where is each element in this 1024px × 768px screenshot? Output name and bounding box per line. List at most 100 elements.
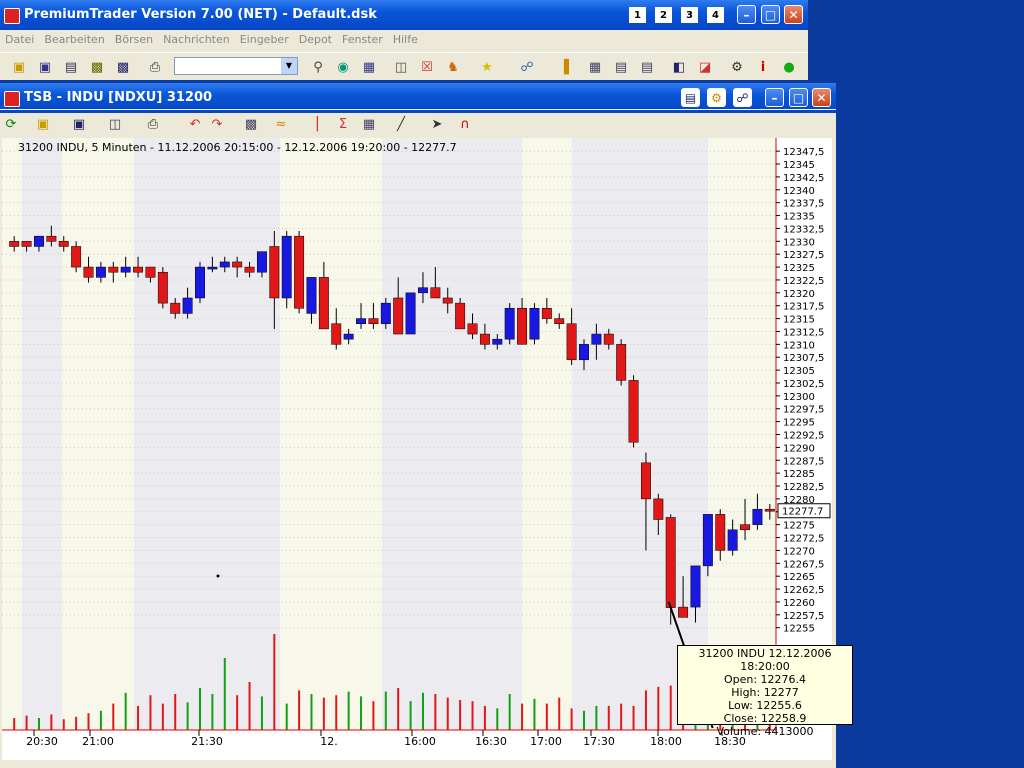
desk-button-4[interactable]: 4: [707, 7, 724, 23]
candle-body: [529, 308, 540, 340]
y-tick-label: 12292,5: [783, 431, 824, 442]
candle-body: [479, 333, 490, 345]
candle-body: [591, 333, 602, 345]
x-tick-label: 16:00: [404, 735, 436, 748]
menu-nachrichten[interactable]: Nachrichten: [158, 30, 235, 49]
chart-close-button[interactable]: ✕: [812, 88, 831, 107]
last-price-label: 12277.7: [782, 507, 823, 518]
main-window: PremiumTrader Version 7.00 (NET) - Defau…: [0, 0, 808, 80]
candle-body: [702, 514, 713, 567]
y-tick-label: 12310: [783, 340, 815, 351]
calculator-icon[interactable]: ▦: [360, 58, 378, 76]
chart-layout-button[interactable]: ▤: [681, 88, 700, 107]
close-button[interactable]: ✕: [784, 5, 803, 24]
globe-icon[interactable]: ◉: [334, 58, 352, 76]
candle-body: [653, 498, 664, 520]
save-icon[interactable]: ▣: [36, 58, 54, 76]
refresh-icon[interactable]: ⟳: [2, 115, 20, 133]
minimize-button[interactable]: –: [737, 5, 756, 24]
candle-body: [95, 266, 106, 278]
y-tick-label: 12257,5: [783, 611, 824, 622]
y-tick-label: 12345: [783, 160, 815, 171]
print-icon[interactable]: ⎙: [144, 115, 162, 133]
link-icon[interactable]: ☍: [518, 58, 536, 76]
candle-body: [331, 323, 342, 345]
candle-body: [256, 251, 267, 273]
quote-table-icon[interactable]: ▦: [586, 58, 604, 76]
desk-button-2[interactable]: 2: [655, 7, 672, 23]
portfolio-icon[interactable]: ▤: [638, 58, 656, 76]
menu-fenster[interactable]: Fenster: [337, 30, 388, 49]
delete-table-icon[interactable]: ☒: [418, 58, 436, 76]
search-icon[interactable]: ⚲: [309, 58, 327, 76]
y-tick-label: 12307,5: [783, 353, 824, 364]
save-icon[interactable]: ▣: [70, 115, 88, 133]
indicator-icon[interactable]: ≈: [272, 115, 290, 133]
menu-boersen[interactable]: Börsen: [110, 30, 158, 49]
candles-icon[interactable]: ▕: [304, 115, 322, 133]
open-icon[interactable]: ▣: [34, 115, 52, 133]
candle-body: [306, 277, 317, 314]
print-icon[interactable]: ⎙: [146, 58, 164, 76]
menu-bar: Datei Bearbeiten Börsen Nachrichten Eingeber…: [0, 30, 808, 50]
desk-button-1[interactable]: 1: [629, 7, 646, 23]
undo-icon[interactable]: ↶: [186, 115, 204, 133]
app-icon: [4, 8, 20, 24]
maximize-button[interactable]: □: [761, 5, 780, 24]
bar-chart-icon[interactable]: ▌: [560, 58, 578, 76]
candle-body: [145, 266, 156, 278]
y-tick-label: 12300: [783, 392, 815, 403]
properties-icon[interactable]: ▦: [360, 115, 378, 133]
candle-body: [157, 271, 168, 304]
chart-minimize-button[interactable]: –: [765, 88, 784, 107]
symbol-combo[interactable]: ▼: [174, 57, 298, 75]
candle-body: [269, 246, 280, 299]
candle-body: [467, 323, 478, 335]
chevron-down-icon[interactable]: ▼: [281, 58, 297, 74]
chart-maximize-button[interactable]: □: [789, 88, 808, 107]
menu-bearbeiten[interactable]: Bearbeiten: [39, 30, 109, 49]
desk-button-3[interactable]: 3: [681, 7, 698, 23]
document-icon[interactable]: ▤: [62, 58, 80, 76]
table-icon[interactable]: ◫: [392, 58, 410, 76]
y-tick-label: 12267,5: [783, 559, 824, 570]
chart-settings-button[interactable]: ⚙: [707, 88, 726, 107]
monitor-icon[interactable]: ▩: [88, 58, 106, 76]
candle-body: [418, 287, 428, 294]
candle-body: [579, 344, 589, 361]
sigma-icon[interactable]: Σ: [334, 115, 352, 133]
draw-line-icon[interactable]: ╱: [392, 115, 410, 133]
close-windows-icon[interactable]: ◪: [696, 58, 714, 76]
menu-hilfe[interactable]: Hilfe: [388, 30, 423, 49]
alarm-icon[interactable]: ♞: [444, 58, 462, 76]
redo-icon[interactable]: ↷: [208, 115, 226, 133]
menu-eingeber[interactable]: Eingeber: [235, 30, 294, 49]
session-band: [572, 138, 626, 730]
status-green-icon[interactable]: ●: [780, 58, 798, 76]
tooltip-volume: Volume: 4413000: [716, 725, 814, 738]
window-icon[interactable]: ▩: [114, 58, 132, 76]
candle-body: [195, 266, 205, 299]
cascade-windows-icon[interactable]: ◧: [670, 58, 688, 76]
chart-type-icon[interactable]: ▩: [242, 115, 260, 133]
open-folder-icon[interactable]: ▣: [10, 58, 28, 76]
chart-title: TSB - INDU [NDXU] 31200: [24, 90, 213, 105]
menu-datei[interactable]: Datei: [0, 30, 39, 49]
copy-icon[interactable]: ◫: [106, 115, 124, 133]
magnet-icon[interactable]: ∩: [456, 115, 474, 133]
menu-depot[interactable]: Depot: [294, 30, 337, 49]
candle-body: [430, 287, 441, 299]
news-icon[interactable]: ▤: [612, 58, 630, 76]
y-tick-label: 12305: [783, 366, 815, 377]
main-titlebar[interactable]: PremiumTrader Version 7.00 (NET) - Defau…: [0, 0, 808, 30]
chart-zoom-button[interactable]: ☍: [733, 88, 752, 107]
settings-gear-icon[interactable]: ⚙: [728, 58, 746, 76]
info-icon[interactable]: i: [754, 58, 772, 76]
candle-body: [665, 517, 676, 608]
candle-body: [740, 524, 750, 531]
y-tick-label: 12297,5: [783, 405, 824, 416]
candle-body: [628, 380, 639, 443]
pointer-icon[interactable]: ➤: [428, 115, 446, 133]
session-band: [134, 138, 280, 730]
favorites-star-icon[interactable]: ★: [478, 58, 496, 76]
